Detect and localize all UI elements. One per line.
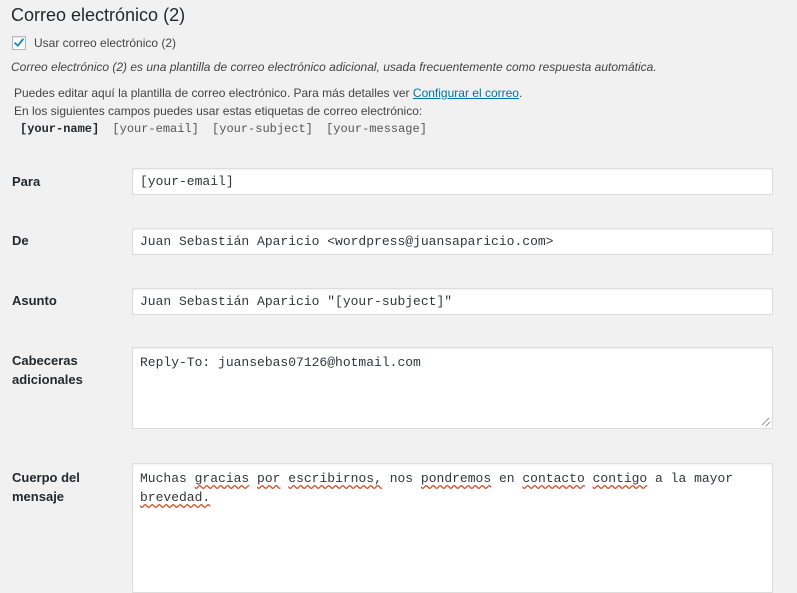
message-word: contacto xyxy=(522,471,585,486)
edit-note-suffix: . xyxy=(518,86,523,100)
cuerpo-line-2: brevedad. xyxy=(140,488,765,507)
use-mail2-label[interactable]: Usar correo electrónico (2) xyxy=(34,36,176,50)
message-word: nos xyxy=(389,471,414,486)
para-input[interactable]: [your-email] xyxy=(132,168,773,195)
para-label: Para xyxy=(12,174,41,189)
tags-intro: En los siguientes campos puedes usar est… xyxy=(14,104,423,118)
asunto-label: Asunto xyxy=(12,293,57,308)
cuerpo-label-line1: Cuerpo del xyxy=(12,470,80,485)
mail-tag[interactable]: [your-name] xyxy=(20,122,99,136)
mail-tag[interactable]: [your-subject] xyxy=(212,122,313,136)
use-mail2-checkbox[interactable] xyxy=(12,36,26,50)
asunto-input[interactable]: Juan Sebastián Aparicio "[your-subject]" xyxy=(132,288,773,315)
section-description: Correo electrónico (2) es una plantilla … xyxy=(11,60,657,74)
configure-mail-link[interactable]: Configurar el correo xyxy=(413,86,519,100)
edit-note-text: Puedes editar aquí la plantilla de corre… xyxy=(14,86,410,100)
cuerpo-label: Cuerpo del mensaje xyxy=(12,468,80,506)
use-mail2-toggle[interactable]: Usar correo electrónico (2) xyxy=(12,36,176,50)
cabeceras-label: Cabeceras adicionales xyxy=(12,351,83,389)
cuerpo-textarea[interactable]: Muchas gracias por escribirnos, nos pond… xyxy=(132,463,773,593)
de-label: De xyxy=(12,233,29,248)
cabeceras-textarea[interactable]: Reply-To: juansebas07126@hotmail.com xyxy=(132,347,773,429)
mail-tag[interactable]: [your-message] xyxy=(326,122,427,136)
resize-grip-icon[interactable] xyxy=(762,418,770,426)
edit-note: Puedes editar aquí la plantilla de corre… xyxy=(14,84,522,120)
message-word: contigo xyxy=(592,471,648,486)
section-title: Correo electrónico (2) xyxy=(11,5,186,25)
cabeceras-label-line1: Cabeceras xyxy=(12,353,78,368)
message-word: pondremos xyxy=(420,471,492,486)
cuerpo-label-line2: mensaje xyxy=(12,489,65,504)
message-word: Muchas xyxy=(140,471,187,486)
de-input[interactable]: Juan Sebastián Aparicio <wordpress@juans… xyxy=(132,228,773,255)
message-word: la xyxy=(670,471,687,486)
message-word: gracias xyxy=(194,471,250,486)
mail-tag[interactable]: [your-email] xyxy=(112,122,198,136)
mail-tags-list: [your-name] [your-email] [your-subject] … xyxy=(20,122,433,136)
message-word: por xyxy=(257,471,281,486)
message-word: escribirnos, xyxy=(288,471,382,486)
cabeceras-label-line2: adicionales xyxy=(12,372,83,387)
message-word: a xyxy=(655,471,663,486)
cuerpo-line-1: Muchas gracias por escribirnos, nos pond… xyxy=(140,469,765,488)
checkmark-icon xyxy=(14,38,24,47)
message-word: brevedad. xyxy=(140,490,211,505)
message-word: mayor xyxy=(694,471,734,486)
cabeceras-value: Reply-To: juansebas07126@hotmail.com xyxy=(140,355,421,370)
message-word: en xyxy=(498,471,515,486)
